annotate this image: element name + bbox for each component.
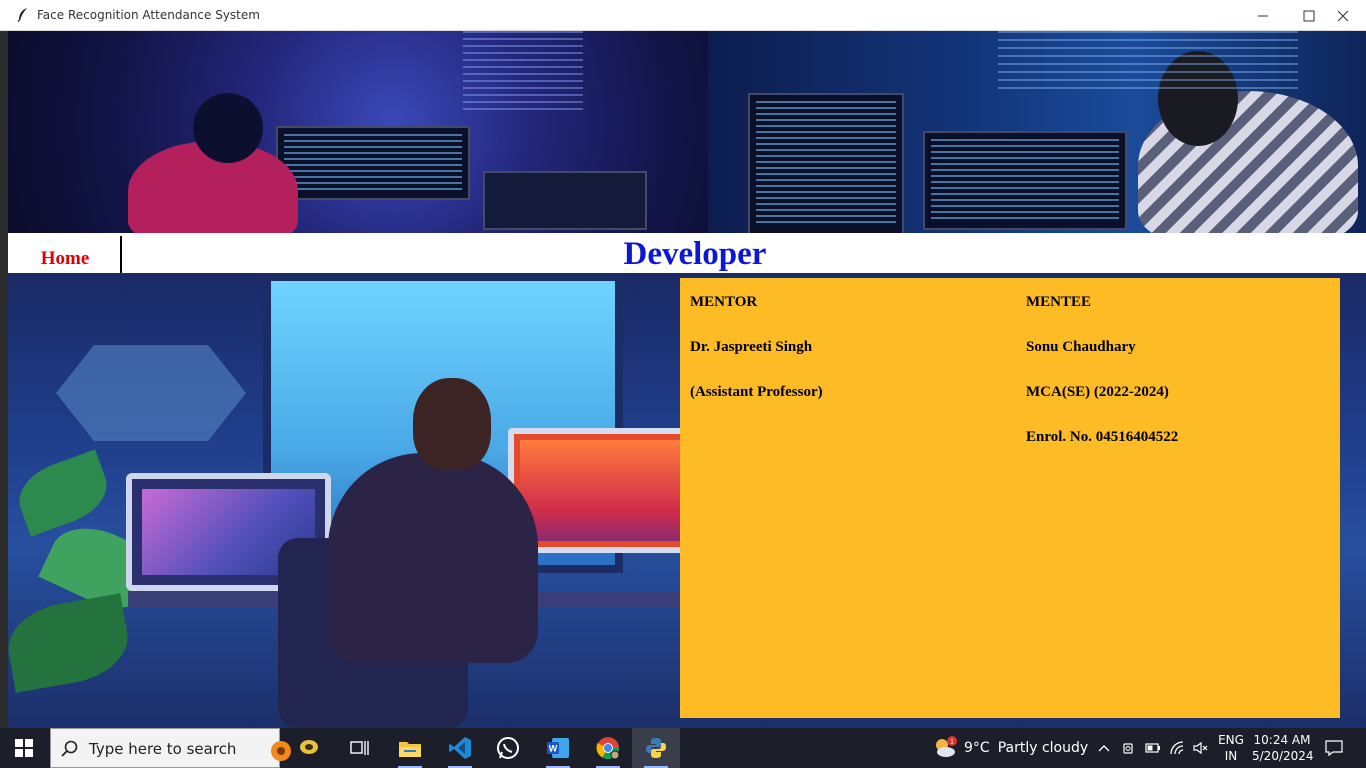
plant-leaf bbox=[10, 449, 116, 537]
clock[interactable]: 10:24 AM 5/20/2024 bbox=[1252, 732, 1314, 764]
banner-right-image bbox=[708, 31, 1366, 233]
nav-bar: Home Developer bbox=[8, 233, 1366, 273]
chevron-up-icon bbox=[1098, 745, 1110, 752]
file-explorer-icon bbox=[399, 742, 421, 757]
task-view-button[interactable] bbox=[336, 728, 384, 768]
mentee-course: MCA(SE) (2022-2024) bbox=[1026, 384, 1169, 400]
network-button[interactable] bbox=[1165, 728, 1189, 768]
weather-widget[interactable]: 1 9°C Partly cloudy bbox=[932, 728, 1088, 768]
vscode-button[interactable] bbox=[436, 728, 484, 768]
windows-logo-icon bbox=[15, 739, 33, 757]
person-head-illustration bbox=[413, 378, 491, 470]
window-title: Face Recognition Attendance System bbox=[37, 8, 260, 22]
vscode-icon bbox=[449, 737, 471, 759]
show-hidden-icons-button[interactable] bbox=[1092, 728, 1116, 768]
mentor-name: Dr. Jaspreeti Singh bbox=[690, 339, 813, 355]
home-button-label: Home bbox=[40, 247, 90, 269]
minimize-icon bbox=[1258, 15, 1268, 16]
battery-button[interactable] bbox=[1141, 728, 1165, 768]
window-border bbox=[0, 31, 8, 728]
search-icon bbox=[61, 740, 78, 757]
clock-date: 5/20/2024 bbox=[1252, 749, 1314, 763]
start-button[interactable] bbox=[0, 728, 48, 768]
header-banner-image bbox=[8, 31, 1366, 233]
minimize-button[interactable] bbox=[1240, 0, 1286, 31]
task-view-icon bbox=[350, 741, 369, 755]
input-language-indicator[interactable]: ENG IN bbox=[1214, 732, 1248, 764]
weather-condition: Partly cloudy bbox=[997, 740, 1089, 756]
close-button[interactable] bbox=[1320, 0, 1366, 31]
chrome-icon bbox=[596, 737, 620, 760]
mentee-heading: MENTEE bbox=[1026, 294, 1092, 310]
mentor-role: (Assistant Professor) bbox=[690, 384, 823, 400]
mentee-enrolment: Enrol. No. 04516404522 bbox=[1026, 429, 1179, 445]
python-icon bbox=[646, 738, 666, 758]
close-icon bbox=[1337, 10, 1349, 21]
language-region: IN bbox=[1224, 749, 1238, 763]
search-placeholder: Type here to search bbox=[89, 740, 237, 758]
mentor-heading: MENTOR bbox=[690, 294, 758, 310]
taskbar-search-box[interactable]: Type here to search bbox=[50, 728, 318, 768]
chrome-button[interactable] bbox=[584, 728, 632, 768]
word-icon: W bbox=[547, 738, 569, 758]
mentee-column: MENTEE Sonu Chaudhary MCA(SE) (2022-2024… bbox=[1026, 292, 1178, 472]
battery-icon bbox=[1145, 743, 1160, 753]
feather-icon bbox=[17, 8, 27, 22]
search-highlight-flowers-icon bbox=[271, 740, 318, 761]
plant-leaf bbox=[8, 593, 135, 693]
volume-button[interactable] bbox=[1189, 728, 1213, 768]
notification-center-button[interactable] bbox=[1318, 728, 1350, 768]
mentee-name: Sonu Chaudhary bbox=[1026, 339, 1136, 355]
maximize-icon bbox=[1303, 10, 1315, 21]
meet-now-button[interactable] bbox=[1117, 728, 1141, 768]
weather-badge: 1 bbox=[950, 739, 954, 746]
language-code: ENG bbox=[1218, 733, 1244, 747]
partly-cloudy-icon: 1 bbox=[932, 735, 958, 761]
whatsapp-icon bbox=[497, 737, 519, 759]
whatsapp-button[interactable] bbox=[484, 728, 532, 768]
banner-left-image bbox=[8, 31, 708, 233]
hexagon-hologram bbox=[56, 345, 246, 441]
developer-info-panel: MENTOR Dr. Jaspreeti Singh (Assistant Pr… bbox=[680, 278, 1340, 718]
file-explorer-button[interactable] bbox=[386, 728, 434, 768]
page-title: Developer bbox=[623, 236, 767, 272]
speaker-muted-icon bbox=[1193, 741, 1208, 755]
clock-time: 10:24 AM bbox=[1253, 733, 1311, 747]
person-illustration bbox=[328, 453, 538, 663]
notification-icon bbox=[1325, 740, 1343, 757]
wifi-icon bbox=[1170, 741, 1184, 755]
weather-temperature: 9°C bbox=[964, 740, 990, 756]
title-bar: Face Recognition Attendance System bbox=[0, 0, 1366, 31]
home-button[interactable]: Home bbox=[10, 236, 122, 273]
svg-text:W: W bbox=[549, 744, 558, 754]
word-button[interactable]: W bbox=[534, 728, 582, 768]
taskbar: Type here to search W 1 9°C Partly cloud… bbox=[0, 728, 1366, 768]
camera-icon bbox=[1123, 743, 1133, 754]
python-button[interactable] bbox=[632, 728, 680, 768]
mentor-column: MENTOR Dr. Jaspreeti Singh (Assistant Pr… bbox=[690, 292, 823, 427]
